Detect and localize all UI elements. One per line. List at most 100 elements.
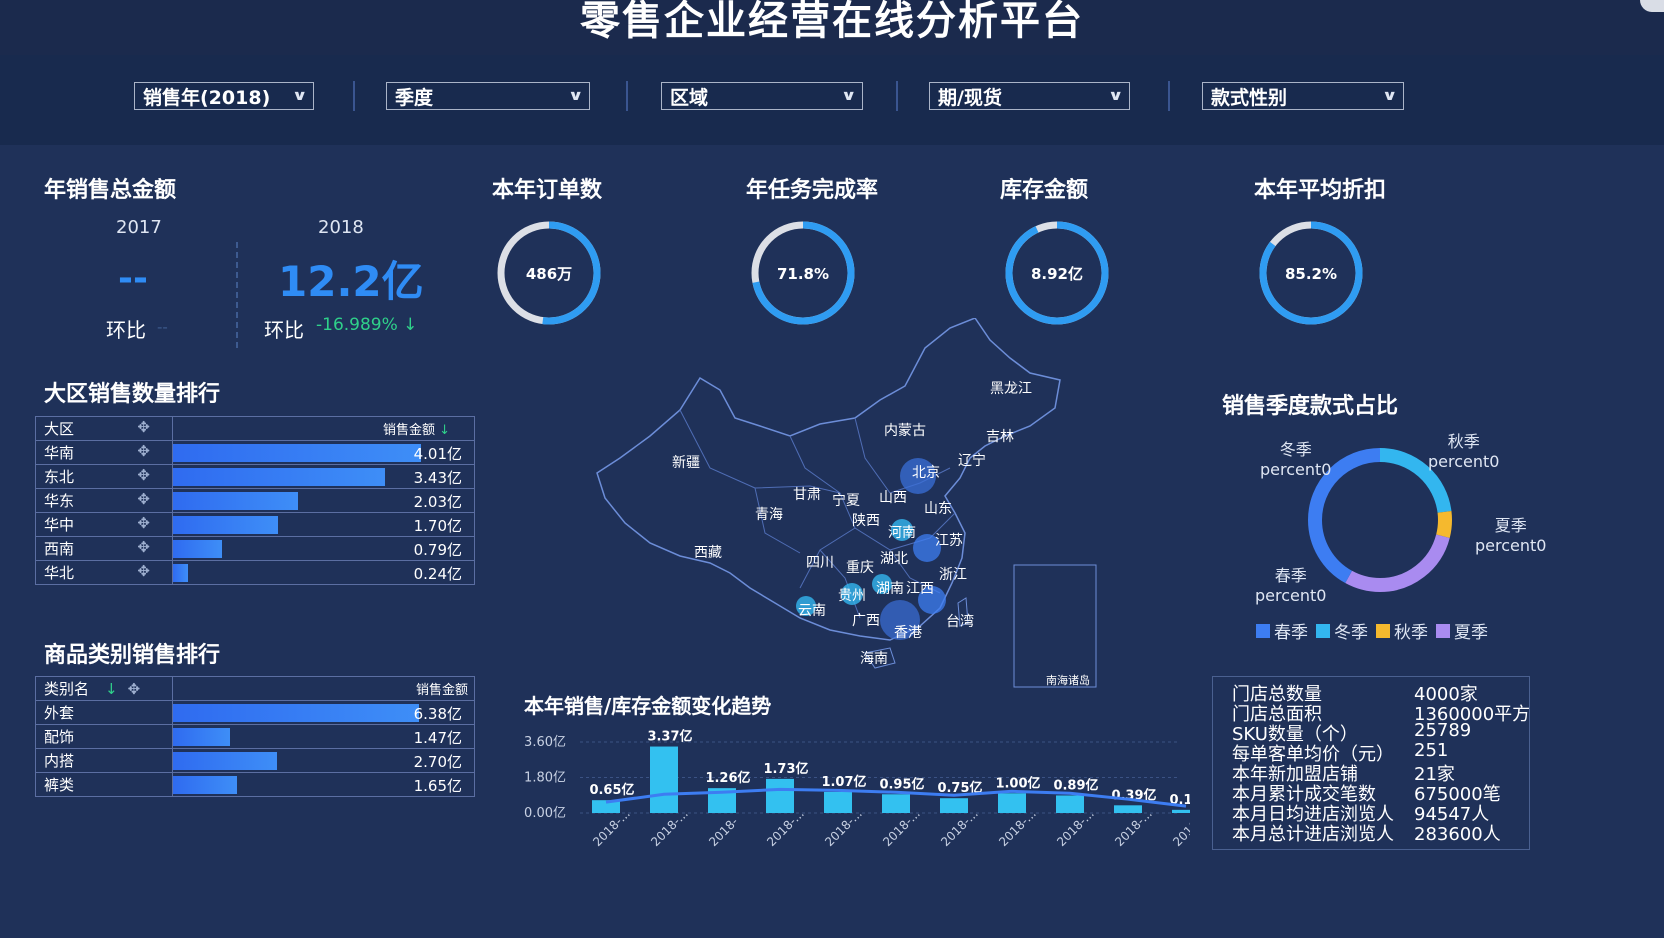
chevron-down-icon: ∨ — [567, 88, 584, 104]
bar-cell: 6.38亿 — [172, 700, 475, 725]
bar-cell: 2.03亿 — [172, 488, 475, 513]
table-row[interactable]: 华北 ✥ 0.24亿 — [35, 560, 475, 585]
kpi-ring: 71.8% — [751, 221, 855, 325]
kpi-value: 85.2% — [1285, 265, 1337, 283]
bar-fill — [173, 540, 222, 558]
filter-divider — [626, 81, 628, 111]
ratio-label-2018: 环比 — [264, 318, 304, 342]
column-header-region: 大区 ✥ — [35, 416, 173, 441]
plus-icon[interactable]: ✥ — [137, 490, 150, 508]
plus-icon[interactable]: ✥ — [137, 442, 150, 460]
category-rank-heading: 商品类别销售排行 — [44, 643, 221, 668]
row-label: 配饰 — [35, 724, 173, 749]
legend-item[interactable]: 夏季 — [1436, 618, 1488, 643]
filter-stock-type[interactable]: 期/现货 ∨ — [929, 82, 1130, 110]
season-pie-heading: 销售季度款式占比 — [1222, 394, 1399, 419]
y-tick-label: 3.60亿 — [524, 735, 566, 750]
plus-icon[interactable]: ✥ — [128, 680, 141, 698]
map-province-label: 山东 — [924, 501, 952, 517]
kpi-title: 年任务完成率 — [746, 178, 879, 203]
row-label: 华北 ✥ — [35, 560, 173, 585]
table-row[interactable]: 华中 ✥ 1.70亿 — [35, 512, 475, 537]
plus-icon[interactable]: ✥ — [137, 514, 150, 532]
plus-icon[interactable]: ✥ — [137, 466, 150, 484]
table-row[interactable]: 西南 ✥ 0.79亿 — [35, 536, 475, 561]
bar-data-label: 1.07亿 — [821, 774, 866, 790]
map-province-label: 西藏 — [694, 545, 722, 561]
filter-divider — [353, 81, 355, 111]
bar-fill — [173, 728, 230, 746]
chevron-down-icon: ∨ — [1107, 88, 1124, 104]
bar-fill — [173, 704, 419, 722]
trend-chart: 3.60亿1.80亿0.00亿0.65亿2018-...3.37亿2018-..… — [524, 729, 1190, 849]
plus-icon[interactable]: ✥ — [137, 562, 150, 580]
kpi-ring: 486万 — [497, 221, 601, 325]
table-row[interactable]: 裤类 1.65亿 — [35, 772, 475, 797]
legend-label: 秋季 — [1394, 623, 1428, 643]
plus-icon[interactable]: ✥ — [137, 538, 150, 556]
filter-region[interactable]: 区域 ∨ — [661, 82, 863, 110]
filter-quarter[interactable]: 季度 ∨ — [386, 82, 590, 110]
map-province-label: 广西 — [852, 613, 880, 629]
table-row[interactable]: 东北 ✥ 3.43亿 — [35, 464, 475, 489]
bar-value: 1.70亿 — [413, 517, 462, 535]
map-province-label: 吉林 — [986, 429, 1014, 445]
sort-down-icon: ↓ — [439, 423, 450, 438]
bar-fill — [173, 516, 279, 534]
bar-data-label: 1.00亿 — [995, 775, 1040, 791]
table-row[interactable]: 外套 6.38亿 — [35, 700, 475, 725]
column-header-sales[interactable]: 销售金额 ↓ — [172, 416, 475, 441]
bar-data-label: 3.37亿 — [647, 729, 692, 745]
kpi-title: 本年订单数 — [492, 178, 603, 203]
map-province-label: 河南 — [888, 525, 916, 541]
map-province-label: 贵州 — [838, 588, 866, 604]
south-china-sea-inset — [1013, 564, 1097, 688]
chevron-down-icon: ∨ — [291, 88, 308, 104]
map-province-label: 江西 — [906, 581, 934, 597]
stat-value: 25789 — [1414, 720, 1472, 741]
legend-item[interactable]: 秋季 — [1376, 618, 1428, 643]
row-label: 华东 ✥ — [35, 488, 173, 513]
sales-divider — [236, 242, 238, 348]
legend-swatch — [1256, 623, 1270, 638]
row-label: 外套 — [35, 700, 173, 725]
map-province-label: 湖南 — [876, 581, 904, 597]
filter-gender[interactable]: 款式性别 ∨ — [1202, 82, 1404, 110]
bar-fill — [173, 752, 278, 770]
stat-value: 251 — [1414, 740, 1449, 761]
filter-label: 销售年(2018) — [143, 86, 271, 109]
filter-divider — [1168, 81, 1170, 111]
china-outline — [596, 318, 1061, 641]
map-province-label: 重庆 — [846, 560, 874, 576]
bar-value: 0.24亿 — [413, 565, 462, 583]
filter-sales-year[interactable]: 销售年(2018) ∨ — [134, 82, 314, 110]
y-tick-label: 1.80亿 — [524, 771, 566, 786]
table-row[interactable]: 内搭 2.70亿 — [35, 748, 475, 773]
legend-item[interactable]: 春季 — [1256, 618, 1308, 643]
bar-data-label: 0.65亿 — [589, 782, 634, 798]
chevron-down-icon: ∨ — [840, 88, 857, 104]
map-province-label: 香港 — [894, 625, 922, 641]
legend-label: 春季 — [1274, 623, 1308, 643]
bar-fill — [173, 468, 386, 486]
inset-label: 南海诸岛 — [1046, 674, 1090, 687]
ratio-2018-value: -16.989% ↓ — [316, 315, 418, 335]
legend-item[interactable]: 冬季 — [1316, 618, 1368, 643]
bar-value: 2.70亿 — [413, 753, 462, 771]
table-row[interactable]: 华东 ✥ 2.03亿 — [35, 488, 475, 513]
table-row[interactable]: 华南 ✥ 4.01亿 — [35, 440, 475, 465]
region-rank-heading: 大区销售数量排行 — [44, 382, 221, 407]
legend-swatch — [1316, 623, 1330, 638]
y-tick-label: 0.00亿 — [524, 806, 566, 821]
table-row[interactable]: 配饰 1.47亿 — [35, 724, 475, 749]
map-province-label: 浙江 — [939, 567, 967, 583]
category-rank-table: 类别名 ↓ ✥ 销售金额 外套 6.38亿 配饰 1.47亿 内搭 2.70亿 裤类 1.65亿 — [35, 676, 475, 797]
bar-value: 6.38亿 — [413, 705, 462, 723]
bar-fill — [173, 776, 237, 794]
bar-cell: 1.70亿 — [172, 512, 475, 537]
plus-icon[interactable]: ✥ — [137, 418, 150, 436]
kpi-title: 本年平均折扣 — [1254, 178, 1387, 203]
bar-fill — [173, 564, 188, 582]
column-header-sales[interactable]: 销售金额 — [172, 676, 475, 701]
pie-label-spring: 春季 percent0 — [1255, 566, 1327, 605]
